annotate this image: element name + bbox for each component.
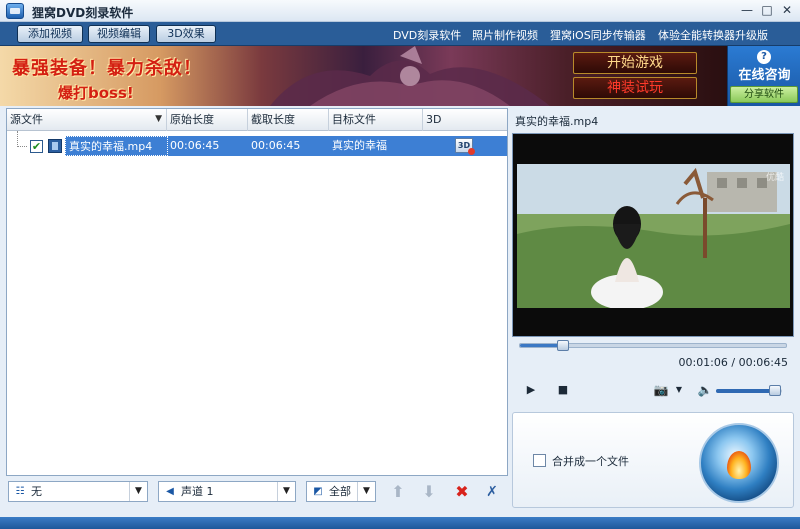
seek-handle[interactable]	[557, 340, 570, 351]
video-edit-button[interactable]: 视频编辑	[88, 25, 150, 43]
film-icon	[48, 139, 62, 153]
table-row[interactable]: ✔ 真实的幸福.mp4 00:06:45 00:06:45 真实的幸福 3D	[7, 131, 507, 156]
volume-icon[interactable]: 🔈	[696, 381, 714, 399]
add-video-button[interactable]: 添加视频	[17, 25, 83, 43]
subtitle-abc-icon: ☷	[15, 486, 25, 497]
column-target[interactable]: 目标文件	[329, 109, 423, 131]
video-frame-image: 优酷	[517, 164, 790, 308]
video-watermark: 优酷	[765, 173, 784, 183]
maximize-button[interactable]: □	[758, 3, 776, 19]
merge-checkbox[interactable]	[533, 454, 546, 467]
subtitle-value: 无	[31, 485, 42, 498]
subtitle-select[interactable]: ☷ 无 ▼	[8, 481, 148, 502]
time-current: 00:01:06	[678, 356, 728, 369]
stop-button[interactable]: ■	[554, 381, 572, 399]
volume-level	[716, 389, 776, 393]
chevron-down-icon[interactable]: ▼	[129, 482, 147, 501]
bottom-controls: ☷ 无 ▼ ◀ 声道 1 ▼ ◩ 全部 ▼ ⬆ ⬇ ✖ ✗	[6, 479, 508, 505]
play-button[interactable]: ▶	[522, 381, 540, 399]
window-title: 狸窝DVD刻录软件	[32, 6, 134, 20]
time-total: 00:06:45	[738, 356, 788, 369]
help-icon: ?	[757, 50, 771, 64]
speaker-icon: ◀	[166, 486, 174, 497]
cell-original-length: 00:06:45	[170, 139, 220, 152]
video-preview[interactable]: 优酷	[512, 133, 794, 337]
volume-slider[interactable]	[716, 385, 782, 396]
share-software-button[interactable]: 分享软件	[730, 86, 798, 103]
sort-arrow-icon: ▼	[155, 114, 162, 124]
ad-banner[interactable]: 暴强装备！暴力杀敌！ 爆打boss! 开始游戏 神装试玩	[0, 46, 727, 106]
effect-3d-button[interactable]: 3D效果	[156, 25, 216, 43]
column-source[interactable]: 源文件 ▼	[7, 109, 167, 131]
merge-label[interactable]: 合并成一个文件	[552, 453, 629, 469]
link-converter-upgrade[interactable]: 体验全能转换器升级版	[658, 27, 768, 43]
banner-slogan: 暴强装备！暴力杀敌！	[12, 58, 202, 79]
link-photo-video[interactable]: 照片制作视频	[472, 27, 538, 43]
cell-source[interactable]: 真实的幸福.mp4	[65, 136, 168, 156]
title-bar: 狸窝DVD刻录软件 — □ ✕	[0, 0, 800, 22]
online-consult-label[interactable]: 在线咨询	[730, 64, 799, 83]
toolbar: 添加视频 视频编辑 3D效果 DVD刻录软件 照片制作视频 狸窝iOS同步传输器…	[0, 22, 800, 46]
online-consult-panel[interactable]: ? 在线咨询 分享软件	[727, 46, 800, 106]
seek-slider[interactable]	[519, 340, 787, 351]
burn-panel: 合并成一个文件	[512, 412, 794, 508]
file-list-panel: 源文件 ▼ 原始长度 截取长度 目标文件 3D ✔ 真实的幸福.mp4 00:0…	[6, 108, 508, 476]
app-dvd-icon	[6, 3, 24, 19]
table-header: 源文件 ▼ 原始长度 截取长度 目标文件 3D	[7, 109, 507, 131]
link-ios-transfer[interactable]: 狸窝iOS同步传输器	[550, 27, 646, 43]
banner-subslogan: 爆打boss!	[58, 84, 134, 102]
preview-title: 真实的幸福.mp4	[515, 115, 599, 128]
try-equipment-button[interactable]: 神装试玩	[573, 77, 697, 99]
audio-track-value: 声道 1	[181, 485, 214, 498]
move-down-icon[interactable]: ⬇	[419, 482, 439, 502]
column-original-length[interactable]: 原始长度	[167, 109, 248, 131]
move-up-icon[interactable]: ⬆	[388, 482, 408, 502]
start-game-button[interactable]: 开始游戏	[573, 52, 697, 74]
chevron-down-icon[interactable]: ▼	[357, 482, 375, 501]
player-controls: ▶ ■ 📷 ▼ 🔈	[512, 377, 794, 403]
chevron-down-icon[interactable]: ▼	[277, 482, 295, 501]
column-3d[interactable]: 3D	[423, 109, 507, 131]
scope-select[interactable]: ◩ 全部 ▼	[306, 481, 376, 502]
chevron-down-icon[interactable]: ▼	[670, 381, 688, 399]
cell-target[interactable]: 真实的幸福	[332, 136, 387, 156]
time-separator: /	[727, 356, 739, 369]
timecode: 00:01:06 / 00:06:45	[512, 356, 788, 369]
audio-track-select[interactable]: ◀ 声道 1 ▼	[158, 481, 296, 502]
link-dvd-software[interactable]: DVD刻录软件	[393, 27, 461, 43]
video-scene-art	[517, 164, 790, 308]
threed-settings-icon[interactable]: 3D	[455, 138, 475, 155]
row-checkbox[interactable]: ✔	[30, 140, 43, 153]
volume-handle[interactable]	[769, 385, 782, 396]
status-bar	[0, 517, 800, 529]
clear-list-icon[interactable]: ✗	[482, 482, 502, 502]
camera-snapshot-icon[interactable]: 📷	[652, 381, 670, 399]
scope-value: 全部	[329, 485, 351, 498]
banner-dragon-art	[270, 46, 550, 106]
delete-icon[interactable]: ✖	[452, 482, 472, 502]
flame-icon	[727, 451, 751, 479]
tree-line	[17, 131, 27, 147]
close-button[interactable]: ✕	[778, 3, 796, 19]
cell-cut-length: 00:06:45	[251, 139, 301, 152]
column-cut-length[interactable]: 截取长度	[248, 109, 329, 131]
minimize-button[interactable]: —	[738, 3, 756, 19]
crop-icon: ◩	[313, 486, 323, 497]
main-content: 源文件 ▼ 原始长度 截取长度 目标文件 3D ✔ 真实的幸福.mp4 00:0…	[0, 106, 800, 517]
